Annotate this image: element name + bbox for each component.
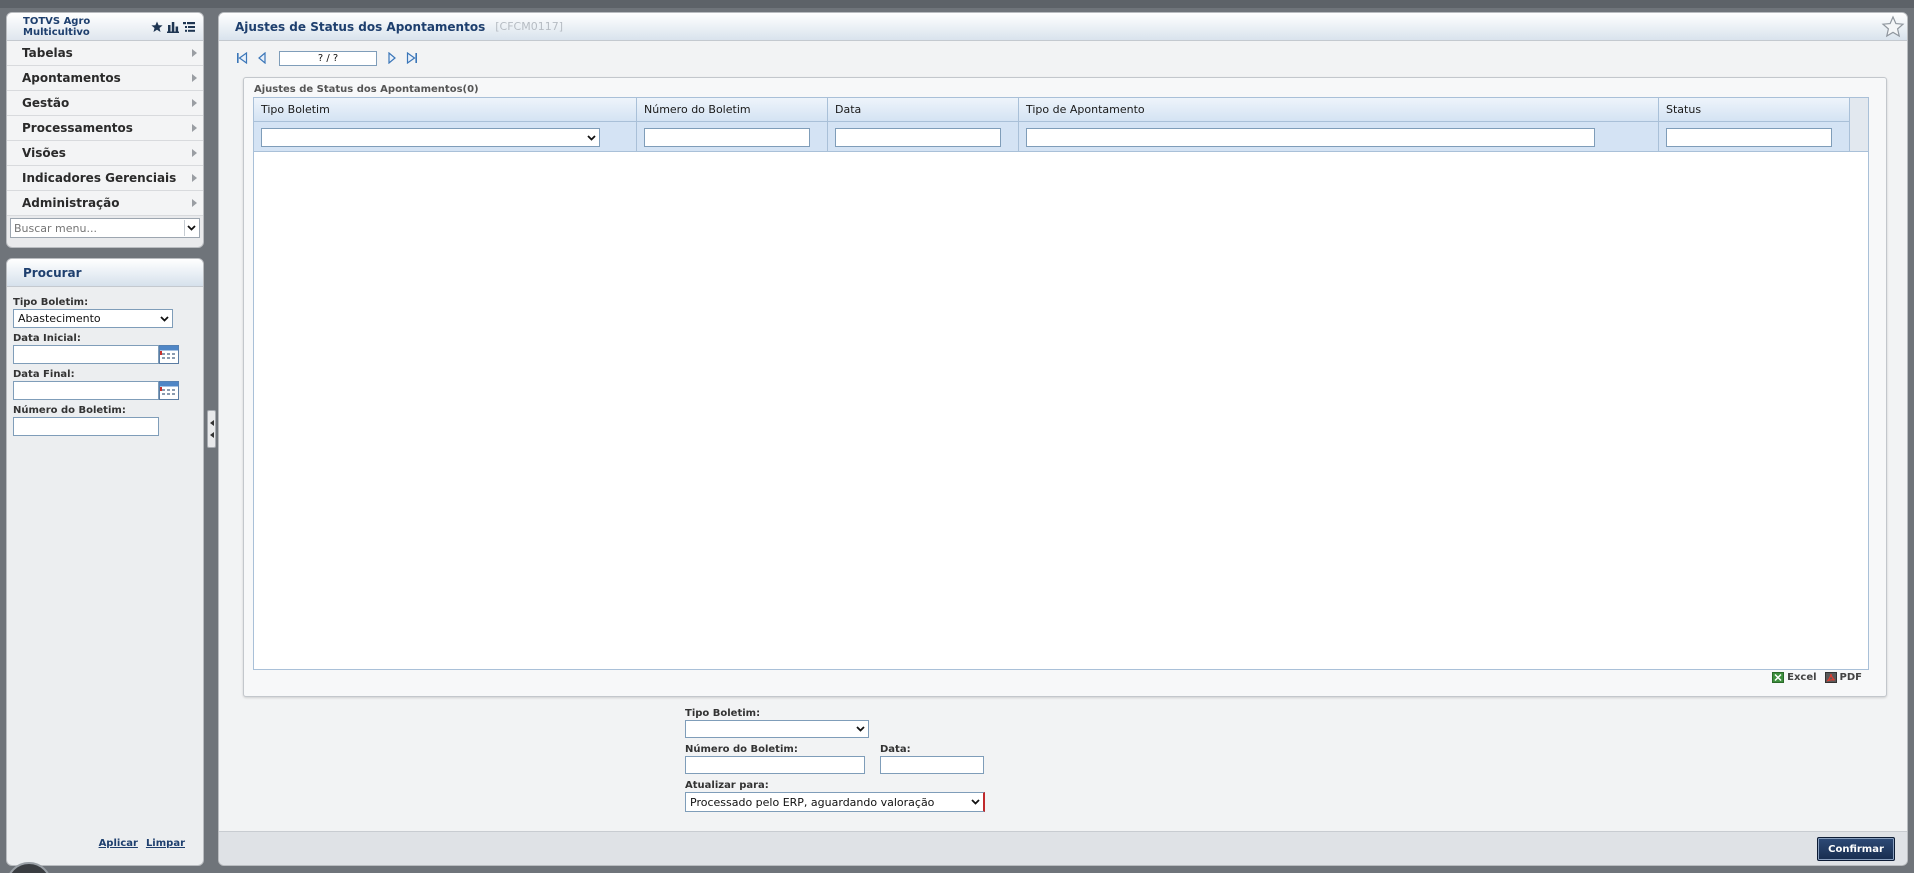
collapse-sidebar-handle[interactable] xyxy=(207,410,216,448)
menu-item-label: Tabelas xyxy=(22,46,73,60)
grid-header-corner xyxy=(1849,98,1868,152)
menu-item-visoes[interactable]: Visões xyxy=(7,141,203,166)
export-excel-button[interactable]: Excel xyxy=(1772,672,1817,683)
chevron-right-icon xyxy=(192,174,197,182)
page-title: Ajustes de Status dos Apontamentos xyxy=(235,19,486,34)
column-header-tipo-boletim[interactable]: Tipo Boletim xyxy=(254,98,330,122)
form-atualizar-value: Processado pelo ERP, aguardando valoraçã… xyxy=(690,795,935,809)
excel-icon xyxy=(1772,672,1785,683)
previous-page-icon[interactable] xyxy=(255,51,269,65)
menu-search-box xyxy=(10,218,200,238)
chevron-down-icon xyxy=(971,799,980,805)
main-footer-bar: Confirmar xyxy=(219,831,1907,865)
form-data-input[interactable] xyxy=(880,756,984,774)
menu-search-input[interactable] xyxy=(11,219,184,237)
page-indicator-input[interactable]: ? / ? xyxy=(279,50,377,66)
export-excel-label: Excel xyxy=(1787,672,1817,683)
menu-item-label: Administração xyxy=(22,196,120,210)
list-view-icon[interactable] xyxy=(183,21,195,33)
browser-top-strip xyxy=(0,0,1914,8)
export-actions: Excel PDF xyxy=(1772,672,1862,683)
chevron-left-icon xyxy=(209,432,214,438)
filter-data-input[interactable] xyxy=(835,128,1001,147)
filter-tipo-apontamento-input[interactable] xyxy=(1026,128,1595,147)
favorite-star-icon[interactable] xyxy=(1881,15,1905,39)
results-grid: Tipo Boletim Número do Boletim Data Tipo… xyxy=(253,97,1869,670)
filter-tipo-boletim-select[interactable] xyxy=(261,128,600,147)
bar-chart-icon[interactable] xyxy=(167,21,179,33)
menu-item-tabelas[interactable]: Tabelas xyxy=(7,41,203,66)
form-atualizar-select[interactable]: Processado pelo ERP, aguardando valoraçã… xyxy=(685,792,985,812)
filter-numero-boletim-input[interactable] xyxy=(644,128,810,147)
last-page-icon[interactable] xyxy=(405,51,419,65)
form-atualizar-label: Atualizar para: xyxy=(685,780,769,791)
data-final-label: Data Final: xyxy=(13,369,75,380)
chevron-down-icon xyxy=(587,134,596,141)
chevron-down-icon[interactable] xyxy=(184,220,198,236)
favorites-star-icon[interactable] xyxy=(151,21,163,33)
apply-link[interactable]: Aplicar xyxy=(99,838,138,849)
chevron-right-icon xyxy=(192,49,197,57)
data-inicial-label: Data Inicial: xyxy=(13,333,81,344)
menu-item-administracao[interactable]: Administração xyxy=(7,191,203,216)
main-content-panel: Ajustes de Status dos Apontamentos [CFCM… xyxy=(218,12,1908,866)
filter-status-input[interactable] xyxy=(1666,128,1832,147)
menu-item-label: Apontamentos xyxy=(22,71,121,85)
menu-item-label: Visões xyxy=(22,146,66,160)
data-final-input[interactable] xyxy=(13,381,159,400)
chevron-right-icon xyxy=(192,99,197,107)
first-page-icon[interactable] xyxy=(235,51,249,65)
chevron-right-icon xyxy=(192,199,197,207)
menu-item-label: Processamentos xyxy=(22,121,133,135)
menu-item-gestao[interactable]: Gestão xyxy=(7,91,203,116)
column-header-tipo-apontamento[interactable]: Tipo de Apontamento xyxy=(1019,98,1145,122)
numero-boletim-label: Número do Boletim: xyxy=(13,405,126,416)
chevron-down-icon xyxy=(160,315,169,322)
results-grid-panel: Ajustes de Status dos Apontamentos(0) Ti… xyxy=(243,77,1887,697)
page-code: [CFCM0117] xyxy=(495,20,563,33)
form-tipo-boletim-label: Tipo Boletim: xyxy=(685,708,761,719)
form-numero-boletim-label: Número do Boletim: xyxy=(685,744,798,755)
export-pdf-label: PDF xyxy=(1839,672,1862,683)
chevron-right-icon xyxy=(192,124,197,132)
main-menu-panel: TOTVS Agro Multicultivo Tabelas Apontame… xyxy=(6,12,204,248)
clear-link[interactable]: Limpar xyxy=(146,838,185,849)
next-page-icon[interactable] xyxy=(385,51,399,65)
data-inicial-input[interactable] xyxy=(13,345,159,364)
pdf-icon xyxy=(1824,672,1837,683)
menu-item-label: Indicadores Gerenciais xyxy=(22,171,177,185)
tipo-boletim-value: Abastecimento xyxy=(18,312,101,325)
menu-header-icons xyxy=(151,21,195,33)
menu-item-apontamentos[interactable]: Apontamentos xyxy=(7,66,203,91)
grid-caption: Ajustes de Status dos Apontamentos(0) xyxy=(254,84,479,95)
record-pager: ? / ? xyxy=(235,49,425,67)
tipo-boletim-label: Tipo Boletim: xyxy=(13,297,89,308)
app-title: TOTVS Agro Multicultivo xyxy=(23,15,91,38)
tipo-boletim-select[interactable]: Abastecimento xyxy=(13,309,173,328)
confirm-button[interactable]: Confirmar xyxy=(1817,837,1895,861)
search-panel-title: Procurar xyxy=(7,259,203,287)
menu-item-processamentos[interactable]: Processamentos xyxy=(7,116,203,141)
chevron-left-icon xyxy=(209,420,214,426)
search-filter-panel: Procurar Tipo Boletim: Abastecimento Dat… xyxy=(6,258,204,866)
form-tipo-boletim-select[interactable] xyxy=(685,720,869,738)
menu-item-indicadores-gerenciais[interactable]: Indicadores Gerenciais xyxy=(7,166,203,191)
chevron-right-icon xyxy=(192,74,197,82)
search-panel-actions: Aplicar Limpar xyxy=(99,838,185,849)
main-header: Ajustes de Status dos Apontamentos [CFCM… xyxy=(219,13,1907,41)
column-header-data[interactable]: Data xyxy=(828,98,861,122)
form-numero-boletim-input[interactable] xyxy=(685,756,865,774)
calendar-icon[interactable] xyxy=(159,345,179,364)
numero-boletim-input[interactable] xyxy=(13,417,159,436)
export-pdf-button[interactable]: PDF xyxy=(1824,672,1862,683)
column-header-numero-boletim[interactable]: Número do Boletim xyxy=(637,98,751,122)
chevron-right-icon xyxy=(192,149,197,157)
chevron-down-icon xyxy=(856,726,865,732)
form-data-label: Data: xyxy=(880,744,911,755)
column-header-status[interactable]: Status xyxy=(1659,98,1701,122)
calendar-icon[interactable] xyxy=(159,381,179,400)
menu-header: TOTVS Agro Multicultivo xyxy=(7,13,203,41)
menu-item-label: Gestão xyxy=(22,96,70,110)
